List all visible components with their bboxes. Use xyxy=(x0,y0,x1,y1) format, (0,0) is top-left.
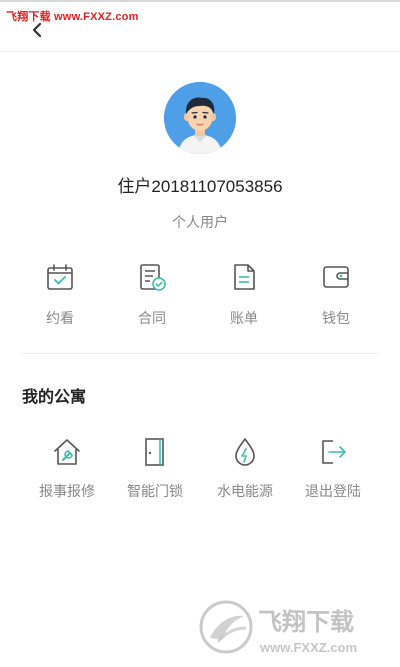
quick-action-label: 钱包 xyxy=(322,311,350,327)
apartment-actions: 报事报修 智能门锁 水电能源 退出登陆 xyxy=(22,436,378,506)
quick-action-wallet[interactable]: 钱包 xyxy=(298,262,374,332)
username: 住户20181107053856 xyxy=(117,177,283,196)
watermark-logo: 飞翔下载 www.FXXZ.com xyxy=(199,600,357,655)
quick-action-label: 账单 xyxy=(230,311,258,327)
watermark-logo-url: www.FXXZ.com xyxy=(259,640,357,655)
door-icon xyxy=(145,438,164,466)
quick-action-label: 合同 xyxy=(138,311,166,327)
chevron-left-icon xyxy=(32,22,42,38)
contract-check-icon xyxy=(140,264,166,291)
apartment-item-label: 报事报修 xyxy=(39,484,95,500)
header-divider xyxy=(0,51,400,52)
apartment-item-utilities[interactable]: 水电能源 xyxy=(200,436,290,506)
house-repair-icon xyxy=(54,439,80,465)
quick-action-bill[interactable]: 账单 xyxy=(206,262,282,332)
top-bar: 飞翔下载 www.FXXZ.com xyxy=(0,0,400,48)
section-divider xyxy=(22,353,378,354)
avatar[interactable] xyxy=(164,82,236,154)
calendar-check-icon xyxy=(47,264,73,290)
apartment-item-label: 水电能源 xyxy=(217,484,273,500)
section-title-my-apartment: 我的公寓 xyxy=(22,387,87,406)
watermark-logo-title: 飞翔下载 xyxy=(258,608,354,636)
quick-action-appointment[interactable]: 约看 xyxy=(22,262,98,332)
quick-actions: 约看 合同 账单 钱包 xyxy=(22,262,378,332)
wallet-icon xyxy=(323,266,349,288)
apartment-item-smart-lock[interactable]: 智能门锁 xyxy=(110,436,200,506)
apartment-item-logout[interactable]: 退出登陆 xyxy=(288,436,378,506)
status-divider xyxy=(0,0,400,2)
apartment-item-label: 退出登陆 xyxy=(305,484,361,500)
apartment-item-repair[interactable]: 报事报修 xyxy=(22,436,112,506)
quick-action-label: 约看 xyxy=(46,311,74,327)
quick-action-contract[interactable]: 合同 xyxy=(114,262,190,332)
logout-icon xyxy=(322,440,346,464)
bill-icon xyxy=(234,264,255,290)
back-button[interactable] xyxy=(26,18,50,42)
user-avatar-illustration xyxy=(164,82,236,154)
apartment-item-label: 智能门锁 xyxy=(127,484,183,500)
water-energy-icon xyxy=(235,438,255,466)
user-type: 个人用户 xyxy=(172,215,228,231)
